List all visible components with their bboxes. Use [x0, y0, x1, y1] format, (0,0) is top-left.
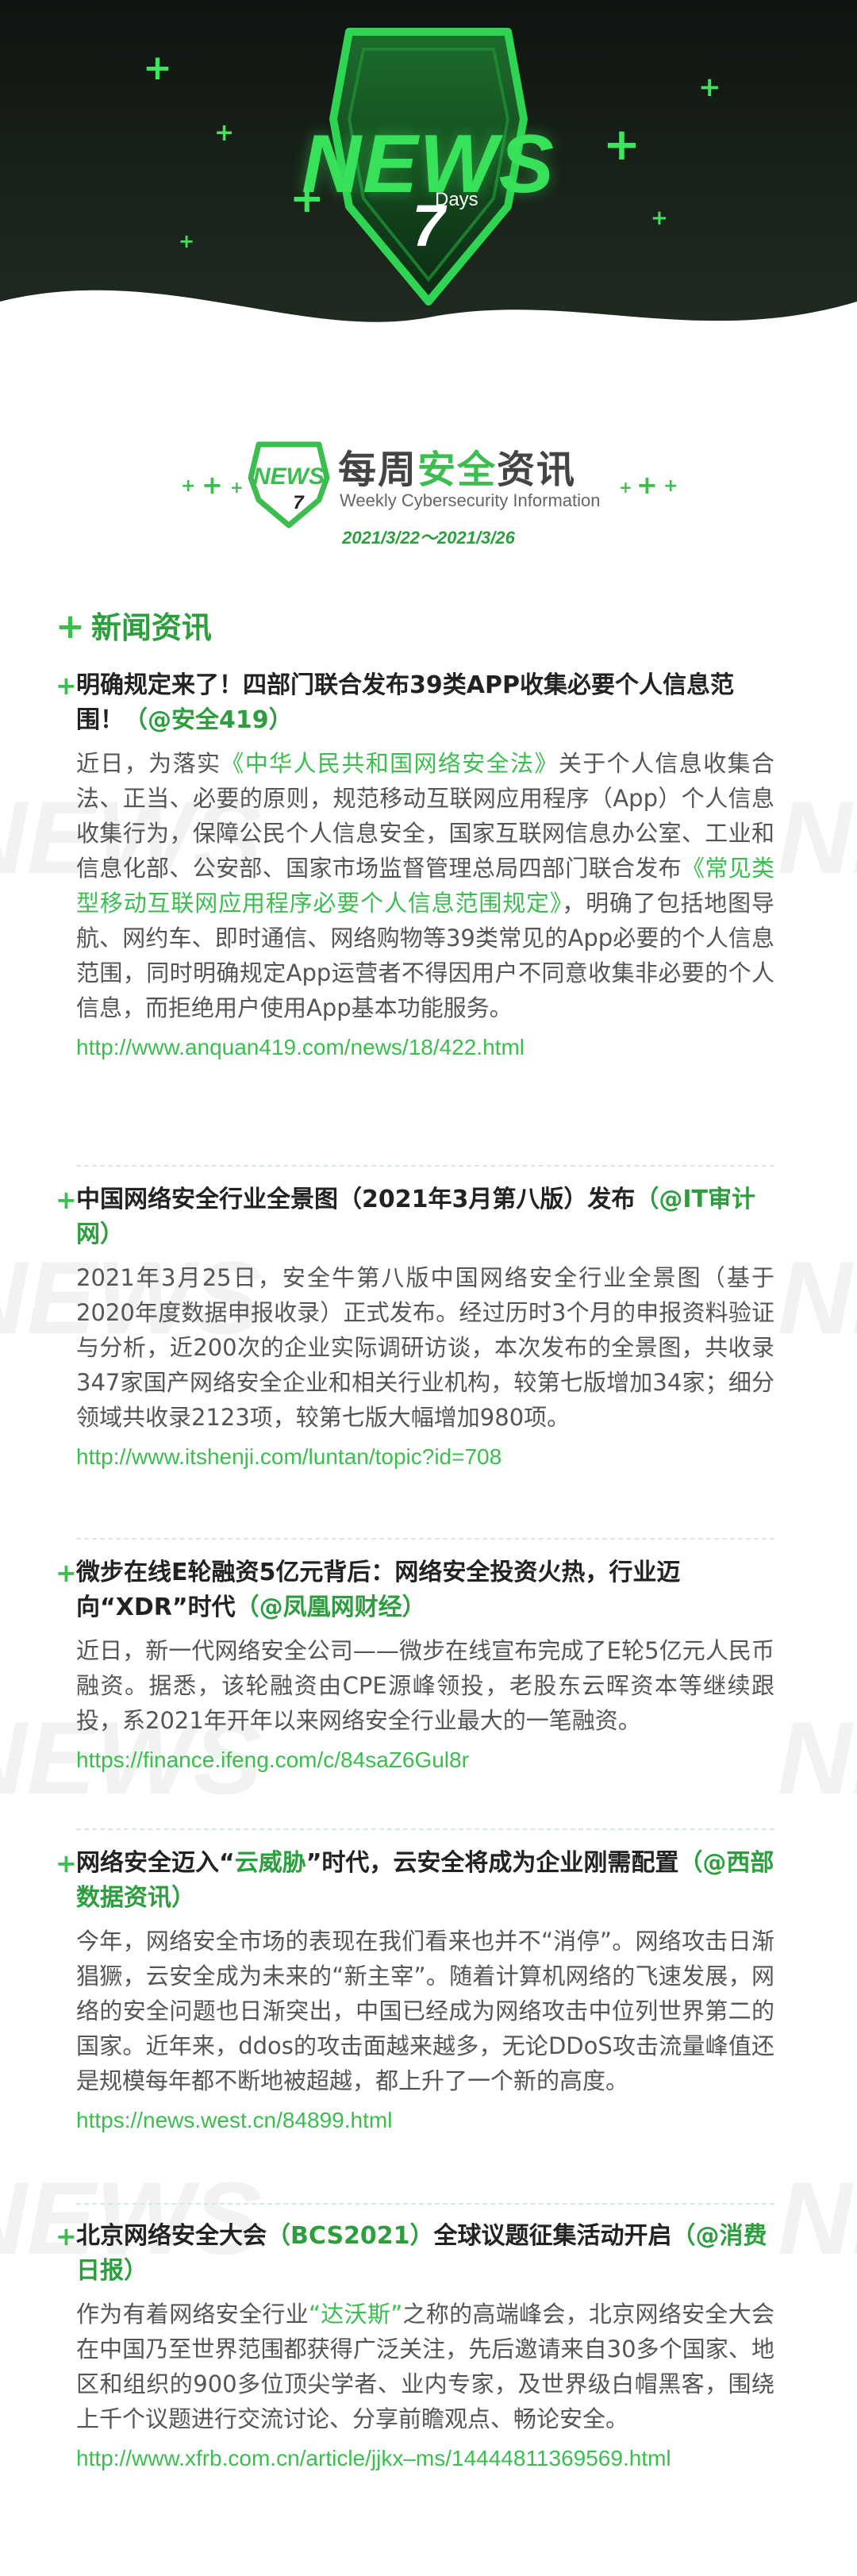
title-part: 每周 — [338, 448, 418, 492]
news-article: + 中国网络安全行业全景图（2021年3月第八版）发布（@IT审计网） 2021… — [56, 1182, 774, 1473]
date-range: 2021/3/22～2021/3/26 — [342, 528, 515, 548]
news-article: + 北京网络安全大会（BCS2021）全球议题征集活动开启（@消费日报） 作为有… — [56, 2219, 774, 2474]
body-highlight: “达沃斯” — [308, 2301, 403, 2328]
article-title[interactable]: + 微步在线E轮融资5亿元背后：网络安全投资火热，行业迈向“XDR”时代（@凤凰… — [56, 1555, 774, 1625]
article-source: （@凤凰网财经） — [235, 1594, 426, 1621]
article-source: （@安全419） — [124, 706, 293, 734]
article-title[interactable]: + 中国网络安全行业全景图（2021年3月第八版）发布（@IT审计网） — [56, 1182, 774, 1252]
plus-icon: + — [143, 48, 172, 88]
article-title[interactable]: + 明确规定来了！四部门联合发布39类APP收集必要个人信息范围！（@安全419… — [56, 668, 774, 738]
mini-seven: 7 — [293, 492, 304, 513]
article-title-text: ”时代，云安全将成为企业刚需配置 — [306, 1849, 679, 1877]
plus-icon: + — [56, 1848, 77, 1878]
plus-icon: + — [56, 1185, 77, 1215]
sparkle-icon: + — [230, 478, 244, 497]
divider — [76, 1165, 774, 1167]
plus-icon: + — [56, 1558, 77, 1588]
article-link[interactable]: https://news.west.cn/84899.html — [76, 2105, 774, 2136]
article-link[interactable]: http://www.xfrb.com.cn/article/jjkx–ms/1… — [76, 2443, 774, 2474]
article-link[interactable]: http://www.itshenji.com/luntan/topic?id=… — [76, 1441, 774, 1473]
article-body: 作为有着网络安全行业“达沃斯”之称的高端峰会，北京网络安全大会在中国乃至世界范围… — [76, 2297, 774, 2436]
plus-icon: + — [651, 206, 668, 230]
watermark: NEWS — [778, 1240, 857, 1355]
article-link[interactable]: https://finance.ifeng.com/c/84saZ6Gul8r — [76, 1744, 774, 1776]
plus-icon: + — [290, 175, 325, 222]
divider — [76, 1828, 774, 1830]
sparkle-icon: + — [181, 476, 196, 496]
plus-icon: + — [56, 671, 77, 701]
plus-icon: + — [214, 119, 235, 147]
plus-icon: + — [698, 71, 721, 103]
section-heading: + 新闻资讯 — [56, 603, 212, 647]
article-title-text: 北京网络安全大会 — [76, 2222, 267, 2250]
title-english: Weekly Cybersecurity Information — [340, 490, 601, 510]
banner-number: 7 — [412, 193, 445, 259]
header-banner: NEWS 7 Days + + + + + + + — [0, 0, 857, 349]
body-highlight: 《中华人民共和国网络安全法》 — [221, 750, 559, 777]
watermark: NEWS — [778, 779, 857, 895]
watermark: NEWS — [778, 2160, 857, 2276]
watermark: NEWS — [778, 1700, 857, 1816]
article-title-text: 网络安全迈入“ — [76, 1849, 235, 1877]
plus-icon: + — [179, 230, 195, 252]
article-title-highlight: （BCS2021） — [267, 2222, 434, 2250]
divider — [76, 1538, 774, 1540]
article-body: 近日，新一代网络安全公司——微步在线宣布完成了E轮5亿元人民币融资。据悉，该轮融… — [76, 1637, 774, 1734]
article-body: 今年，网络安全市场的表现在我们看来也并不“消停”。网络攻击日渐猖獗，云安全成为未… — [76, 1928, 774, 2094]
plus-icon: + — [56, 2221, 77, 2251]
article-body: 近日，为落实《中华人民共和国网络安全法》关于个人信息收集合法、正当、必要的原则，… — [76, 746, 774, 1025]
article-title-highlight: 云威胁 — [234, 1849, 306, 1877]
mini-news-word: NEWS — [253, 463, 325, 490]
article-link[interactable]: http://www.anquan419.com/news/18/422.htm… — [76, 1032, 774, 1063]
sparkle-icon: + — [619, 478, 632, 497]
title-logo: + + + + + + NEWS 7 每周安全资讯 Weekly Cyberse… — [0, 429, 857, 548]
plus-icon: + — [603, 119, 640, 171]
article-body: 2021年3月25日，安全牛第八版中国网络安全行业全景图（基于2020年度数据申… — [76, 1264, 774, 1431]
title-chinese: 每周安全资讯 — [338, 438, 576, 494]
body-text: 近日，为落实 — [76, 750, 221, 777]
article-title-text: 全球议题征集活动开启 — [433, 2222, 672, 2250]
sparkle-icon: + — [202, 470, 223, 500]
section-heading-text: 新闻资讯 — [90, 610, 212, 645]
news-article: + 网络安全迈入“云威胁”时代，云安全将成为企业刚需配置（@西部数据资讯） 今年… — [56, 1846, 774, 2136]
article-title[interactable]: + 网络安全迈入“云威胁”时代，云安全将成为企业刚需配置（@西部数据资讯） — [56, 1846, 774, 1916]
sparkle-icon: + — [663, 476, 678, 496]
plus-icon: + — [56, 606, 85, 647]
divider — [76, 2203, 774, 2205]
news-article: + 明确规定来了！四部门联合发布39类APP收集必要个人信息范围！（@安全419… — [56, 668, 774, 1063]
title-highlight: 安全 — [417, 448, 498, 492]
body-text: 作为有着网络安全行业 — [76, 2301, 309, 2328]
banner-days-word: Days — [435, 189, 478, 210]
title-part: 资讯 — [497, 448, 577, 492]
sparkle-icon: + — [636, 470, 658, 500]
news-article: + 微步在线E轮融资5亿元背后：网络安全投资火热，行业迈向“XDR”时代（@凤凰… — [56, 1555, 774, 1776]
article-title[interactable]: + 北京网络安全大会（BCS2021）全球议题征集活动开启（@消费日报） — [56, 2219, 774, 2289]
article-title-text: 中国网络安全行业全景图（2021年3月第八版）发布 — [76, 1186, 636, 1213]
